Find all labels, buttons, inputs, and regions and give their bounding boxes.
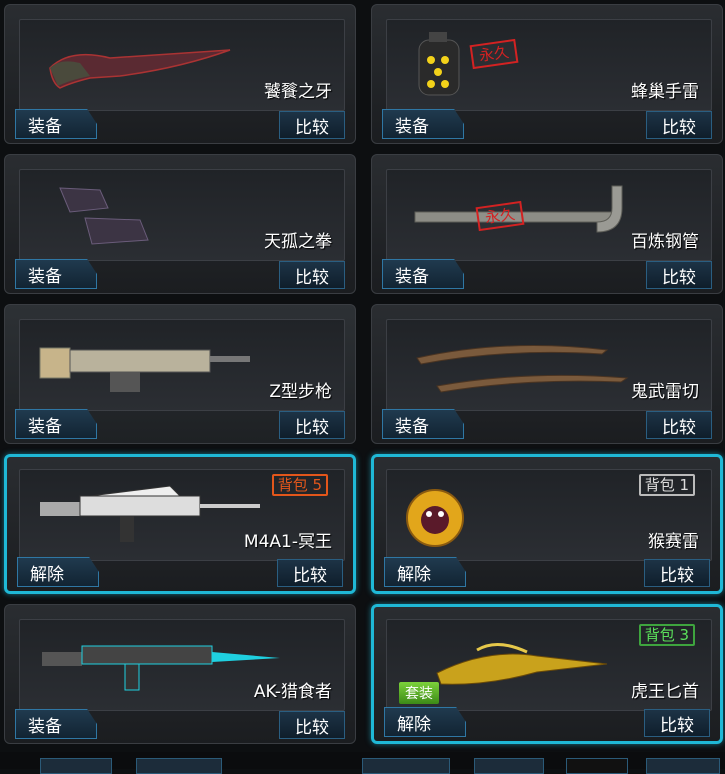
compare-button[interactable]: 比较: [277, 559, 343, 587]
item-name: 猴赛雷: [648, 532, 699, 552]
item-card[interactable]: 饕餮之牙 装备 比较: [4, 4, 356, 144]
item-card[interactable]: 背包 1 猴赛雷 解除 比较: [371, 454, 723, 594]
item-display: 背包 1 猴赛雷: [386, 469, 712, 561]
equip-button[interactable]: 装备: [15, 109, 97, 139]
curved-blade-icon: [49, 49, 231, 89]
equip-button[interactable]: 装备: [15, 409, 97, 439]
unequip-button[interactable]: 解除: [384, 557, 466, 587]
dual-sword-icon: [416, 345, 629, 393]
item-name: M4A1-冥王: [243, 532, 332, 552]
unequip-button[interactable]: 解除: [384, 707, 466, 737]
bottom-tab[interactable]: [362, 758, 450, 774]
equip-button[interactable]: 装备: [15, 709, 97, 739]
item-display: 背包 5 M4A1-冥王: [19, 469, 345, 561]
equip-button[interactable]: 装备: [15, 259, 97, 289]
item-name: 饕餮之牙: [264, 82, 332, 102]
compare-button[interactable]: 比较: [646, 261, 712, 289]
item-card[interactable]: 永久 蜂巢手雷 装备 比较: [371, 4, 723, 144]
equip-button[interactable]: 装备: [382, 109, 464, 139]
inventory-grid: 饕餮之牙 装备 比较 永久 蜂巢手雷 装备 比较 天孤之拳 装备 比较 永久 百…: [0, 0, 725, 769]
unequip-button[interactable]: 解除: [17, 557, 99, 587]
bottom-tab[interactable]: [474, 758, 544, 774]
compare-button[interactable]: 比较: [279, 111, 345, 139]
pipe-icon: [414, 185, 623, 233]
grenade-icon: [418, 32, 460, 96]
compare-button[interactable]: 比较: [279, 711, 345, 739]
item-card[interactable]: 背包 5 M4A1-冥王 解除 比较: [4, 454, 356, 594]
item-display: 永久 蜂巢手雷: [386, 19, 712, 111]
item-card[interactable]: AK-猎食者 装备 比较: [4, 604, 356, 744]
compare-button[interactable]: 比较: [646, 111, 712, 139]
ak-rifle-icon: [42, 645, 280, 691]
bottom-tab[interactable]: [136, 758, 222, 774]
compare-button[interactable]: 比较: [644, 559, 710, 587]
compare-button[interactable]: 比较: [279, 411, 345, 439]
backpack-badge: 背包 1: [638, 474, 695, 496]
set-badge: 套装: [399, 682, 439, 704]
bottom-tab[interactable]: [646, 758, 720, 774]
item-card[interactable]: 鬼武雷切 装备 比较: [371, 304, 723, 444]
monkey-grenade-icon: [406, 489, 464, 547]
item-name: AK-猎食者: [253, 682, 332, 702]
rifle-icon: [39, 347, 250, 392]
compare-button[interactable]: 比较: [644, 709, 710, 737]
bottom-tab[interactable]: [40, 758, 112, 774]
equip-button[interactable]: 装备: [382, 409, 464, 439]
item-name: 百炼钢管: [631, 232, 699, 252]
item-display: 鬼武雷切: [386, 319, 712, 411]
item-card[interactable]: 永久 百炼钢管 装备 比较: [371, 154, 723, 294]
item-name: 鬼武雷切: [631, 382, 699, 402]
item-name: 天孤之拳: [264, 232, 332, 252]
compare-button[interactable]: 比较: [279, 261, 345, 289]
item-display: AK-猎食者: [19, 619, 345, 711]
backpack-badge: 背包 5: [271, 474, 328, 496]
item-name: 蜂巢手雷: [631, 82, 699, 102]
item-card[interactable]: 天孤之拳 装备 比较: [4, 154, 356, 294]
item-display: 永久 百炼钢管: [386, 169, 712, 261]
compare-button[interactable]: 比较: [646, 411, 712, 439]
item-display: 天孤之拳: [19, 169, 345, 261]
item-display: 背包 3 套装 虎王匕首: [386, 619, 712, 711]
equip-button[interactable]: 装备: [382, 259, 464, 289]
item-card[interactable]: Z型步枪 装备 比较: [4, 304, 356, 444]
gauntlet-icon: [59, 187, 149, 245]
item-display: 饕餮之牙: [19, 19, 345, 111]
item-card[interactable]: 背包 3 套装 虎王匕首 解除 比较: [371, 604, 723, 744]
item-display: Z型步枪: [19, 319, 345, 411]
bottom-tab[interactable]: [566, 758, 628, 774]
item-name: Z型步枪: [269, 382, 332, 402]
item-name: 虎王匕首: [631, 682, 699, 702]
backpack-badge: 背包 3: [638, 624, 695, 646]
